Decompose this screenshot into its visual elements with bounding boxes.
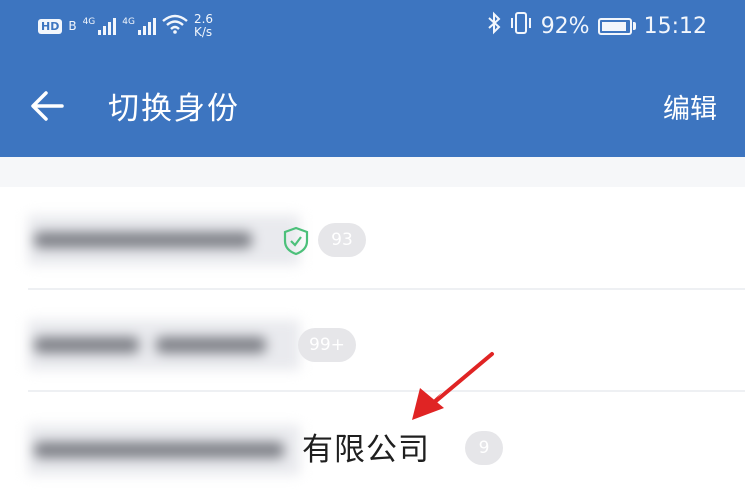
net-speed: 2.6 K/s xyxy=(194,13,213,39)
wifi-icon xyxy=(162,14,188,39)
list-top-spacer xyxy=(0,157,745,187)
sim1-network-label: 4G xyxy=(82,17,96,27)
edit-button[interactable]: 编辑 xyxy=(663,87,717,126)
battery-fill xyxy=(601,21,626,31)
unread-count-badge: 93 xyxy=(318,223,366,257)
row-divider xyxy=(28,390,745,392)
status-bar: HD B 4G 4G 2.6 K/s 92% 15:12 xyxy=(0,0,745,52)
unread-count-badge: 9 xyxy=(465,431,503,465)
signal-icon: 4G xyxy=(122,17,156,35)
verified-shield-icon xyxy=(283,226,309,256)
status-right: 92% 15:12 xyxy=(487,10,707,42)
identity-item[interactable]: 93 xyxy=(0,190,745,290)
app-header: HD B 4G 4G 2.6 K/s 92% 15:12 切换身份 编辑 xyxy=(0,0,745,157)
redacted-company-name xyxy=(28,320,300,370)
battery-icon xyxy=(597,17,636,35)
annotation-arrow-icon xyxy=(412,352,494,420)
hd-voice-badge: HD xyxy=(38,18,63,34)
sim2-network-label: 4G xyxy=(122,17,135,27)
redacted-company-name xyxy=(28,215,300,265)
hd-sub-label: B xyxy=(68,19,77,33)
row-divider xyxy=(28,288,745,290)
battery-percent: 92% xyxy=(540,13,590,39)
unread-count-badge: 99+ xyxy=(298,328,356,362)
status-time: 15:12 xyxy=(643,13,707,39)
identity-item[interactable]: 99+ xyxy=(0,292,745,392)
net-speed-unit: K/s xyxy=(193,25,213,39)
bluetooth-icon xyxy=(487,11,501,41)
status-left: HD B 4G 4G 2.6 K/s xyxy=(38,10,213,42)
arrow-left-icon xyxy=(31,91,64,121)
back-button[interactable] xyxy=(28,86,68,126)
page-title: 切换身份 xyxy=(108,91,240,127)
redacted-company-name xyxy=(28,425,300,475)
vibrate-icon xyxy=(509,11,533,41)
signal-icon: 4G xyxy=(83,17,117,35)
company-name-suffix: 有限公司 xyxy=(302,432,430,468)
